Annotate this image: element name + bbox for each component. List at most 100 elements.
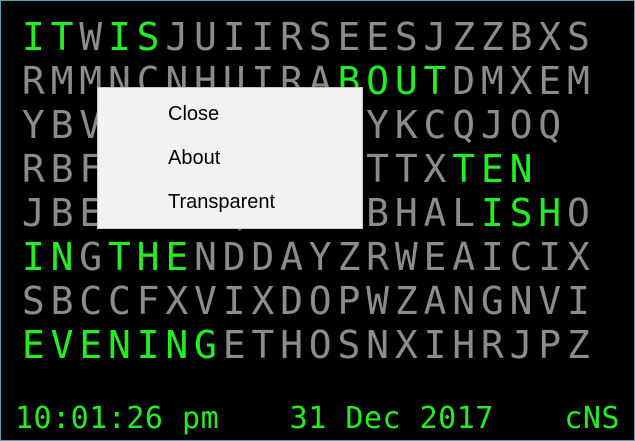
letter: T: [366, 147, 390, 191]
lit-letter: T: [50, 15, 74, 59]
letter: I: [222, 279, 246, 323]
lit-letter: I: [136, 323, 160, 367]
letter: J: [509, 323, 533, 367]
letter: M: [566, 59, 590, 103]
letter: H: [394, 191, 418, 235]
letter: N: [194, 235, 217, 279]
letter: O: [308, 279, 332, 323]
letter: J: [21, 191, 45, 235]
letter: B: [50, 191, 74, 235]
lit-letter: G: [194, 323, 217, 367]
letter: P: [538, 323, 562, 367]
letter: H: [452, 323, 476, 367]
lit-letter: E: [165, 235, 189, 279]
letter: E: [337, 15, 361, 59]
letter: S: [566, 15, 590, 59]
letter-row: INGTHENDDAYZRWEAICIX: [19, 235, 593, 279]
letter: X: [423, 147, 447, 191]
letter: A: [452, 235, 476, 279]
letter: G: [79, 235, 103, 279]
letter: T: [251, 323, 275, 367]
letter: N: [366, 323, 390, 367]
letter: W: [394, 235, 418, 279]
letter: C: [107, 279, 131, 323]
letter: B: [366, 191, 390, 235]
letter: R: [21, 147, 45, 191]
letter: W: [79, 15, 103, 59]
letter: A: [280, 235, 303, 279]
letter: D: [251, 235, 275, 279]
letter: B: [50, 103, 74, 147]
letter: Z: [452, 15, 476, 59]
lit-letter: T: [452, 147, 476, 191]
letter: W: [366, 279, 390, 323]
lit-letter: T: [423, 59, 447, 103]
letter: Y: [308, 235, 332, 279]
letter: S: [394, 15, 418, 59]
letter: B: [509, 15, 533, 59]
status-bar: 10:01:26 pm 31 Dec 2017 cNS: [15, 399, 620, 439]
letter: M: [50, 59, 74, 103]
letter: Z: [480, 15, 504, 59]
letter: X: [566, 235, 590, 279]
mode-indicator: cNS: [564, 401, 620, 436]
lit-letter: H: [136, 235, 160, 279]
letter: X: [538, 15, 562, 59]
letter: Y: [366, 103, 390, 147]
letter: R: [366, 235, 390, 279]
letter: C: [423, 103, 447, 147]
lit-letter: I: [480, 191, 504, 235]
lit-letter: I: [21, 235, 45, 279]
menu-item-close[interactable]: Close: [98, 92, 362, 136]
letter: Y: [21, 103, 45, 147]
letter: B: [50, 147, 74, 191]
letter: C: [79, 279, 103, 323]
letter: R: [21, 59, 45, 103]
letter: D: [280, 279, 303, 323]
lit-letter: S: [509, 191, 533, 235]
lit-letter: N: [165, 323, 189, 367]
letter: M: [480, 59, 504, 103]
menu-item-transparent[interactable]: Transparent: [98, 180, 362, 224]
letter: B: [50, 279, 74, 323]
letter: L: [452, 191, 476, 235]
letter: N: [509, 279, 533, 323]
context-menu: Close About Transparent: [97, 87, 363, 229]
letter: I: [222, 15, 246, 59]
lit-letter: N: [107, 323, 131, 367]
lit-letter: N: [509, 147, 533, 191]
letter: S: [308, 15, 332, 59]
letter-row: SBCCFXVIXDOPWZANGNVI: [19, 279, 593, 323]
lit-letter: E: [21, 323, 45, 367]
letter: U: [194, 15, 217, 59]
date-display: 31 Dec 2017: [289, 401, 494, 436]
letter: Z: [566, 323, 590, 367]
letter: D: [222, 235, 246, 279]
letter: H: [280, 323, 303, 367]
letter: I: [423, 323, 447, 367]
letter: R: [280, 15, 303, 59]
time-display: 10:01:26 pm: [15, 401, 220, 436]
letter: R: [480, 323, 504, 367]
letter: Z: [394, 279, 418, 323]
letter: X: [394, 323, 418, 367]
letter: Z: [337, 235, 361, 279]
letter: O: [566, 191, 590, 235]
letter: C: [509, 235, 533, 279]
letter: S: [337, 323, 361, 367]
letter: I: [538, 235, 562, 279]
letter: V: [538, 279, 562, 323]
letter: I: [480, 235, 504, 279]
lit-letter: S: [136, 15, 160, 59]
word-clock-window[interactable]: ITWISJUIIRSEESJZZBXSRMMNCNHUIRABOUTDMXEM…: [0, 0, 635, 441]
lit-letter: I: [21, 15, 45, 59]
letter: O: [509, 103, 533, 147]
lit-letter: V: [50, 323, 74, 367]
letter: K: [394, 103, 418, 147]
menu-item-about[interactable]: About: [98, 136, 362, 180]
letter: F: [136, 279, 160, 323]
lit-letter: N: [50, 235, 74, 279]
letter: T: [394, 147, 418, 191]
lit-letter: T: [107, 235, 131, 279]
letter: X: [165, 279, 189, 323]
